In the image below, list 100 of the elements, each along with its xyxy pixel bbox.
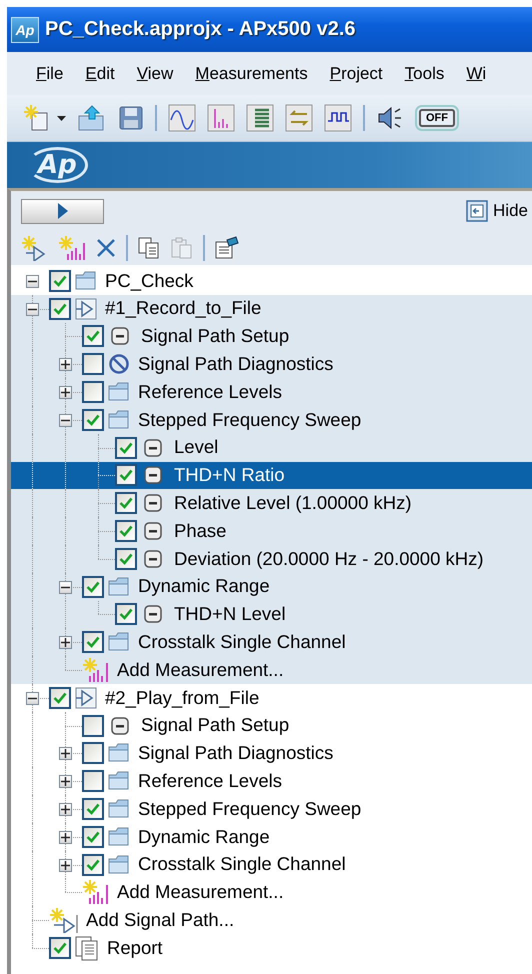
save-icon[interactable] bbox=[118, 105, 144, 131]
app-logo: Ap bbox=[11, 16, 39, 42]
menu-item[interactable]: Project bbox=[318, 64, 394, 84]
plus-icon bbox=[61, 360, 70, 370]
checkbox[interactable] bbox=[115, 492, 137, 514]
collapse-button[interactable] bbox=[59, 580, 72, 594]
add-measurement-icon bbox=[82, 879, 110, 906]
tree-item[interactable]: Level bbox=[11, 434, 532, 462]
tree-item[interactable]: Crosstalk Single Channel bbox=[11, 850, 532, 879]
checkbox[interactable] bbox=[115, 436, 137, 459]
checkmark-icon bbox=[119, 442, 133, 454]
tree-item[interactable]: Add Measurement... bbox=[11, 878, 532, 906]
tree-item[interactable]: Reference Levels bbox=[11, 378, 532, 406]
copy-icon[interactable] bbox=[137, 236, 161, 260]
menu-item[interactable]: Tools bbox=[394, 64, 456, 84]
menu-item[interactable]: Edit bbox=[74, 64, 126, 84]
checkbox[interactable] bbox=[82, 742, 104, 764]
tree-item[interactable]: Add Signal Path... bbox=[11, 906, 532, 934]
checkbox[interactable] bbox=[49, 937, 71, 960]
expand-button[interactable] bbox=[59, 636, 72, 650]
measurement-icon bbox=[111, 716, 129, 735]
add-measurement-icon[interactable] bbox=[58, 235, 86, 261]
checkbox[interactable] bbox=[49, 298, 71, 320]
collapse-button[interactable] bbox=[59, 414, 72, 427]
tree-item[interactable]: #1_Record_to_File bbox=[11, 294, 532, 323]
checkbox[interactable] bbox=[82, 798, 104, 820]
tree-item[interactable]: Stepped Frequency Sweep bbox=[11, 406, 532, 434]
table-icon[interactable] bbox=[246, 104, 274, 132]
swap-arrows-icon[interactable] bbox=[285, 104, 313, 132]
tree-item[interactable]: Signal Path Diagnostics bbox=[11, 740, 532, 768]
tree-item[interactable]: Add Measurement... bbox=[11, 656, 532, 684]
checkbox[interactable] bbox=[82, 408, 104, 431]
sine-graph-icon[interactable] bbox=[168, 104, 196, 132]
run-button[interactable] bbox=[21, 198, 104, 224]
spectrum-graph-icon[interactable] bbox=[207, 104, 235, 132]
measurement-icon bbox=[144, 550, 162, 568]
checkbox[interactable] bbox=[82, 381, 104, 404]
checkbox[interactable] bbox=[82, 854, 104, 876]
hide-button[interactable]: Hide bbox=[466, 200, 532, 222]
tree-item[interactable]: Crosstalk Single Channel bbox=[11, 628, 532, 656]
tree-item[interactable]: Phase bbox=[11, 517, 532, 545]
speaker-icon[interactable] bbox=[376, 105, 404, 131]
checkmark-icon bbox=[119, 525, 133, 538]
menu-item[interactable]: Measurements bbox=[184, 64, 319, 84]
delete-icon[interactable] bbox=[95, 237, 117, 259]
collapse-button[interactable] bbox=[26, 692, 39, 705]
checkbox[interactable] bbox=[115, 603, 137, 626]
menu-item[interactable]: Wi bbox=[455, 64, 498, 84]
tree-item[interactable]: Deviation (20.0000 Hz - 20.0000 kHz) bbox=[11, 544, 532, 573]
expand-button[interactable] bbox=[59, 830, 72, 844]
checkbox[interactable] bbox=[82, 325, 104, 348]
checkbox[interactable] bbox=[115, 548, 137, 570]
tree-item[interactable]: Dynamic Range bbox=[11, 572, 532, 601]
checkbox[interactable] bbox=[82, 826, 104, 848]
hide-panel-icon bbox=[466, 200, 488, 222]
tree-item[interactable]: THD+N Level bbox=[11, 600, 532, 628]
checkbox[interactable] bbox=[82, 770, 104, 792]
collapse-button[interactable] bbox=[26, 302, 39, 316]
tree-item[interactable]: Reference Levels bbox=[11, 767, 532, 796]
square-wave-icon[interactable] bbox=[324, 104, 352, 132]
expand-button[interactable] bbox=[59, 858, 72, 872]
properties-icon[interactable] bbox=[214, 236, 240, 260]
tree-item[interactable]: Stepped Frequency Sweep bbox=[11, 795, 532, 823]
checkmark-icon bbox=[119, 469, 133, 482]
expand-button[interactable] bbox=[59, 358, 72, 372]
checkbox[interactable] bbox=[82, 353, 104, 376]
tree-item[interactable]: Report bbox=[11, 934, 532, 962]
menu-item[interactable]: File bbox=[25, 64, 74, 84]
collapse-button[interactable] bbox=[26, 274, 39, 288]
tree-item[interactable]: Signal Path Setup bbox=[11, 322, 532, 350]
tree-item[interactable]: Relative Level (1.00000 kHz) bbox=[11, 489, 532, 518]
checkmark-icon bbox=[86, 580, 100, 593]
tree-item[interactable]: Signal Path Setup bbox=[11, 712, 532, 740]
tree-item[interactable]: THD+N Ratio bbox=[11, 462, 532, 490]
checkmark-icon bbox=[119, 497, 133, 510]
checkbox[interactable] bbox=[49, 686, 71, 709]
checkbox[interactable] bbox=[82, 631, 104, 654]
expand-button[interactable] bbox=[59, 775, 72, 788]
checkbox[interactable] bbox=[49, 270, 71, 292]
checkbox[interactable] bbox=[115, 464, 137, 486]
checkmark-icon bbox=[86, 414, 100, 426]
checkbox[interactable] bbox=[82, 714, 104, 737]
tree-item[interactable]: Signal Path Diagnostics bbox=[11, 350, 532, 378]
expand-button[interactable] bbox=[59, 747, 72, 760]
checkmark-icon bbox=[119, 552, 133, 565]
tree-item[interactable]: #2_Play_from_File bbox=[11, 684, 532, 712]
add-measurement-icon bbox=[82, 657, 110, 684]
measurement-icon bbox=[111, 327, 129, 346]
dropdown-caret-icon[interactable] bbox=[57, 116, 66, 120]
checkmark-icon bbox=[119, 608, 133, 620]
play-icon bbox=[58, 203, 68, 219]
plus-icon bbox=[61, 777, 70, 786]
checkbox[interactable] bbox=[115, 520, 137, 542]
checkbox[interactable] bbox=[82, 576, 104, 598]
expand-button[interactable] bbox=[59, 803, 72, 816]
expand-button[interactable] bbox=[59, 386, 72, 400]
signal-path-icon bbox=[74, 686, 98, 710]
tree-item[interactable]: Dynamic Range bbox=[11, 822, 532, 851]
tree-item[interactable]: PC_Check bbox=[11, 267, 532, 295]
menu-item[interactable]: View bbox=[126, 64, 184, 84]
